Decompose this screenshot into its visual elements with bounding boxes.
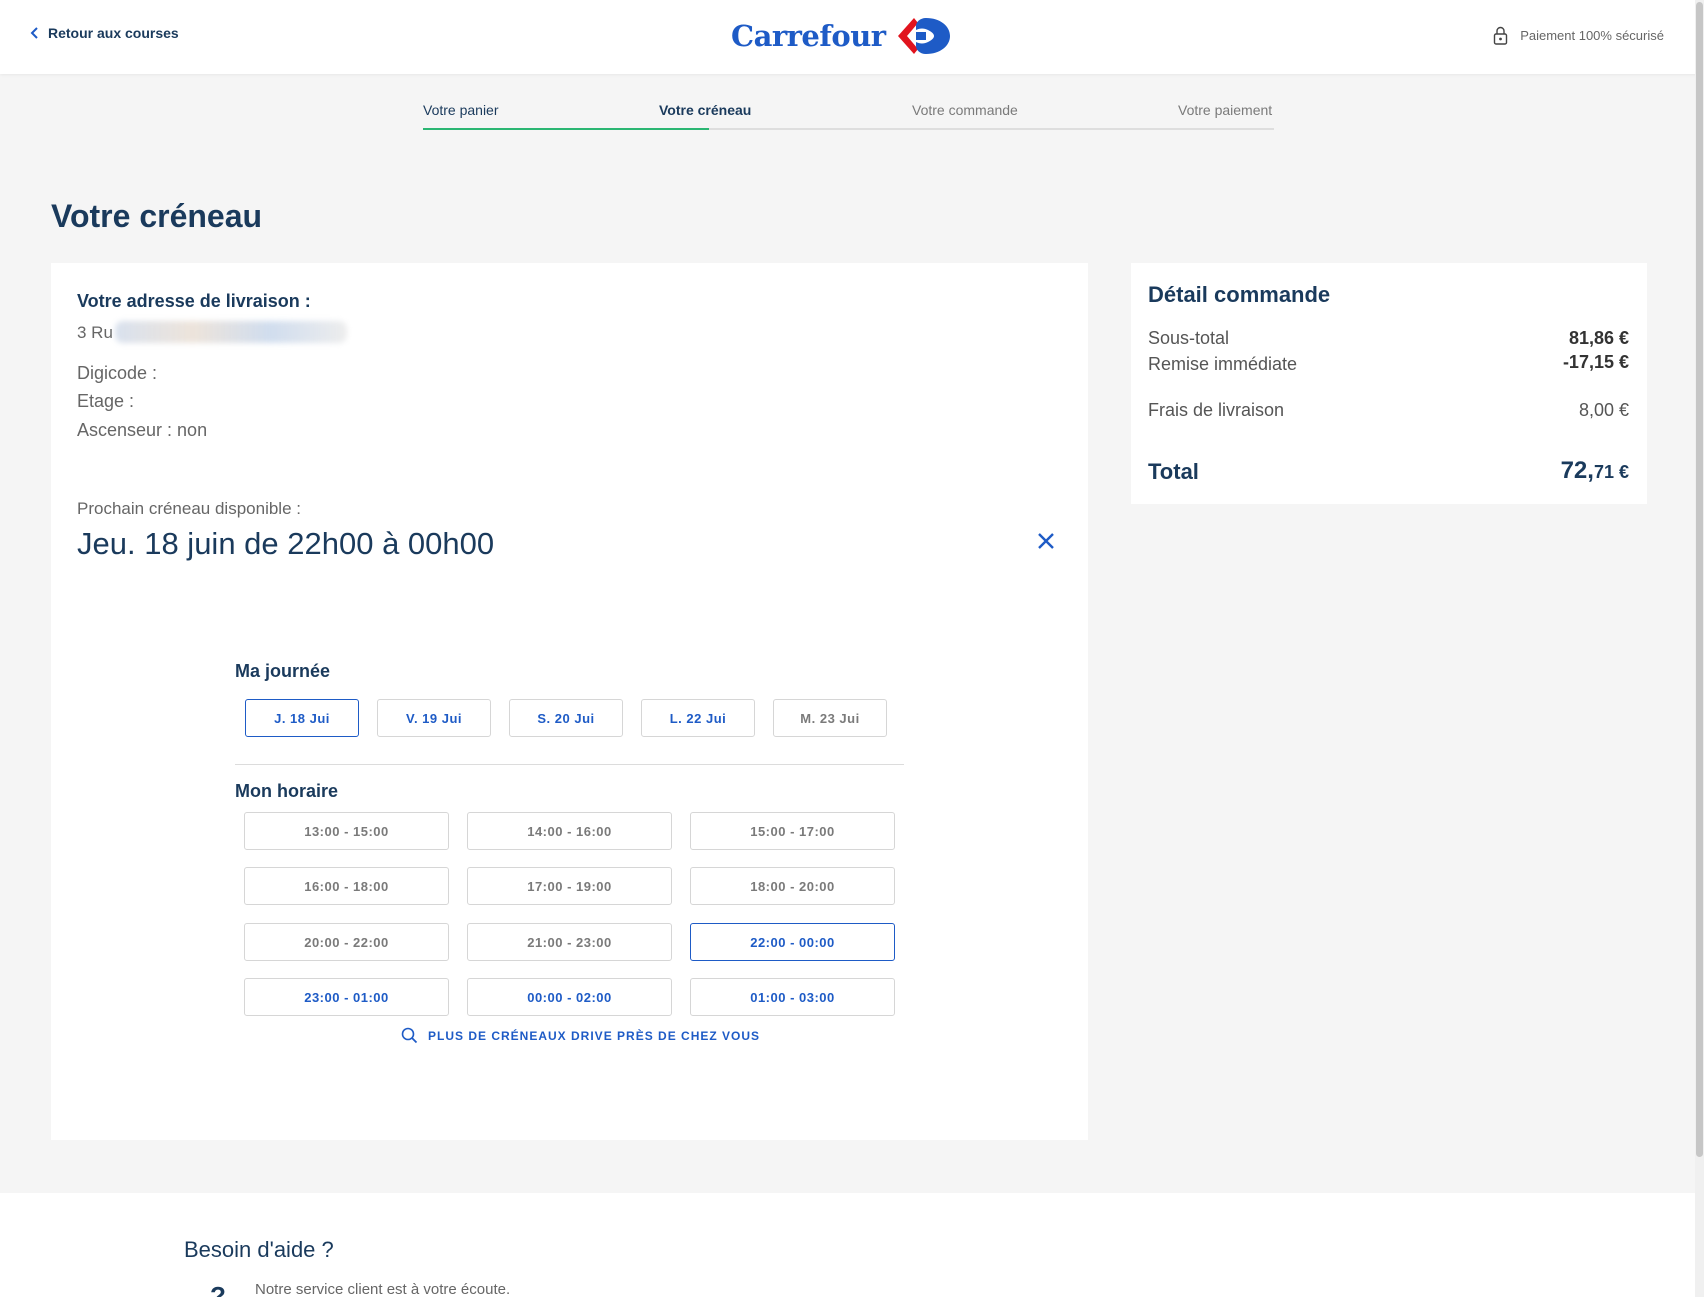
total-label: Total: [1148, 459, 1199, 484]
order-summary-card: Détail commande Sous-total 81,86 € Remis…: [1131, 263, 1647, 504]
step-payment: Votre paiement: [1178, 102, 1273, 118]
scrollbar-thumb[interactable]: [1696, 2, 1703, 1157]
time-slot-6[interactable]: 20:00 - 22:00: [244, 923, 449, 961]
top-header: Retour aux courses Carrefour Paiement 10…: [0, 0, 1704, 74]
delivery-fee-value: 8,00 €: [1578, 400, 1629, 420]
day-option-3[interactable]: L. 22 Jui: [641, 699, 755, 737]
close-icon[interactable]: [1036, 531, 1056, 551]
time-slot-11[interactable]: 01:00 - 03:00: [690, 978, 895, 1016]
day-option-2[interactable]: S. 20 Jui: [509, 699, 623, 737]
discount-value: -17,15 €: [1562, 352, 1629, 372]
secure-payment-indicator: Paiement 100% sécurisé: [1493, 26, 1664, 45]
help-footer: Besoin d'aide ? ? Notre service client e…: [0, 1193, 1695, 1297]
help-question-icon: ?: [210, 1281, 226, 1297]
time-slot-9[interactable]: 23:00 - 01:00: [244, 978, 449, 1016]
delivery-fee-label: Frais de livraison: [1148, 400, 1285, 420]
carrefour-mark-icon: [897, 18, 950, 54]
digicode-text: Digicode :: [77, 363, 158, 383]
time-slot-10[interactable]: 00:00 - 02:00: [467, 978, 672, 1016]
total-value-decimal: 71 €: [1593, 462, 1629, 482]
help-title: Besoin d'aide ?: [184, 1237, 334, 1262]
floor-text: Etage :: [77, 391, 135, 411]
back-link-label: Retour aux courses: [48, 25, 179, 41]
time-slot-5[interactable]: 18:00 - 20:00: [690, 867, 895, 905]
lock-icon: [1493, 26, 1508, 45]
order-summary-title: Détail commande: [1148, 282, 1331, 307]
subtotal-value: 81,86 €: [1568, 328, 1629, 348]
next-slot-value: Jeu. 18 juin de 22h00 à 00h00: [77, 526, 495, 561]
more-drive-slots-label: PLUS DE CRÉNEAUX DRIVE PRÈS DE CHEZ VOUS: [428, 1028, 761, 1043]
time-slot-3[interactable]: 16:00 - 18:00: [244, 867, 449, 905]
search-icon: [401, 1027, 418, 1044]
delivery-fee-row: Frais de livraison 8,00 €: [1148, 400, 1629, 421]
page-scrollbar[interactable]: [1695, 0, 1704, 1297]
step-slot: Votre créneau: [659, 102, 752, 118]
delivery-address-line: 3 Ru: [77, 323, 113, 342]
discount-row: Remise immédiate -17,15 €: [1148, 352, 1629, 375]
time-slot-0[interactable]: 13:00 - 15:00: [244, 812, 449, 850]
total-value-integer: 72,: [1560, 457, 1594, 484]
address-redaction: [115, 321, 347, 343]
time-slot-2[interactable]: 15:00 - 17:00: [690, 812, 895, 850]
time-slot-7[interactable]: 21:00 - 23:00: [467, 923, 672, 961]
next-slot-label: Prochain créneau disponible :: [77, 499, 301, 518]
more-drive-slots-link[interactable]: PLUS DE CRÉNEAUX DRIVE PRÈS DE CHEZ VOUS: [401, 1027, 760, 1044]
elevator-text: Ascenseur : non: [77, 420, 208, 440]
time-slot-8[interactable]: 22:00 - 00:00: [690, 923, 895, 961]
delivery-address-title: Votre adresse de livraison :: [77, 291, 311, 311]
page-title: Votre créneau: [51, 198, 263, 234]
carrefour-logo[interactable]: Carrefour: [731, 14, 952, 58]
checkout-steps: Votre panier Votre créneau Votre command…: [423, 96, 1274, 130]
secure-payment-label: Paiement 100% sécurisé: [1520, 28, 1664, 43]
chevron-left-icon: [30, 27, 38, 39]
time-picker-title: Mon horaire: [235, 781, 339, 801]
day-option-0[interactable]: J. 18 Jui: [245, 699, 359, 737]
time-slot-4[interactable]: 17:00 - 19:00: [467, 867, 672, 905]
total-row: Total 72,71 €: [1148, 457, 1629, 485]
day-option-4[interactable]: M. 23 Jui: [773, 699, 887, 737]
step-order: Votre commande: [912, 102, 1018, 118]
total-value: 72,71 €: [1561, 457, 1629, 485]
step-cart[interactable]: Votre panier: [423, 102, 499, 118]
help-text: Notre service client est à votre écoute.: [255, 1281, 511, 1297]
time-slot-1[interactable]: 14:00 - 16:00: [467, 812, 672, 850]
section-divider: [235, 764, 904, 765]
day-option-1[interactable]: V. 19 Jui: [377, 699, 491, 737]
subtotal-label: Sous-total: [1148, 328, 1230, 348]
subtotal-row: Sous-total 81,86 €: [1148, 328, 1629, 349]
back-to-shopping-link[interactable]: Retour aux courses: [30, 25, 179, 41]
day-picker-title: Ma journée: [235, 661, 331, 681]
slot-selection-card: Votre adresse de livraison : 3 Ru Digico…: [51, 263, 1088, 1140]
brand-wordmark: Carrefour: [731, 19, 886, 53]
discount-label: Remise immédiate: [1148, 354, 1298, 374]
steps-progress-bar: [423, 128, 709, 130]
